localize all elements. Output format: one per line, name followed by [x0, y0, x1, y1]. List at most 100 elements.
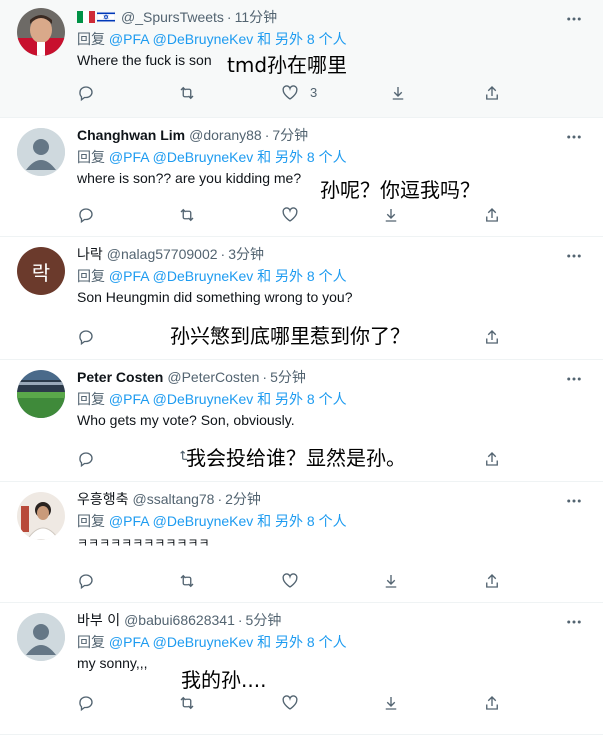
reply-others[interactable]: 和 另外 8 个人	[257, 31, 346, 47]
reply-button[interactable]	[68, 323, 104, 351]
reply-button[interactable]	[68, 689, 104, 717]
reply-mentions[interactable]: @PFA @DeBruyneKev	[109, 268, 253, 284]
reply-context: 回复 @PFA @DeBruyneKev 和 另外 8 个人	[77, 147, 347, 167]
tweet[interactable]: 우흥행축 @ssaltang78 · 2分钟 回复 @PFA @DeBruyne…	[0, 482, 603, 603]
tweet-header: Changhwan Lim @dorany88 · 7分钟	[77, 125, 308, 145]
more-options-icon[interactable]	[565, 128, 583, 146]
tweet-text: Who gets my vote? Son, obviously.	[77, 412, 295, 428]
reply-button[interactable]	[68, 79, 104, 107]
tweet[interactable]: 락 나락 @nalag57709002 · 3分钟 回复 @PFA @DeBru…	[0, 237, 603, 360]
timestamp[interactable]: 2分钟	[225, 489, 261, 509]
tweet-text: my sonny,,,	[77, 655, 148, 671]
share-button[interactable]	[474, 79, 510, 107]
reply-others[interactable]: 和 另外 8 个人	[257, 634, 346, 650]
avatar[interactable]: 락	[17, 247, 65, 295]
tweet-actions	[68, 689, 518, 717]
more-options-icon[interactable]	[565, 492, 583, 510]
retweet-button[interactable]	[169, 201, 205, 229]
reply-icon	[79, 330, 93, 346]
download-button[interactable]	[373, 567, 409, 595]
user-name[interactable]: Changhwan Lim	[77, 127, 185, 143]
share-icon	[486, 696, 498, 710]
reply-mentions[interactable]: @PFA @DeBruyneKev	[109, 634, 253, 650]
timestamp[interactable]: 5分钟	[270, 367, 306, 387]
separator-dot: ·	[237, 612, 243, 628]
tweet[interactable]: @_SpursTweets · 11分钟 回复 @PFA @DeBruyneKe…	[0, 0, 603, 118]
share-button[interactable]	[474, 323, 510, 351]
download-button[interactable]	[373, 201, 409, 229]
retweet-button[interactable]	[169, 79, 205, 107]
reply-button[interactable]	[68, 201, 104, 229]
avatar[interactable]	[17, 492, 65, 540]
more-options-icon[interactable]	[565, 613, 583, 631]
tweet[interactable]: 바부 이 @babui68628341 · 5分钟 回复 @PFA @DeBru…	[0, 603, 603, 735]
download-icon	[385, 575, 397, 588]
reply-others[interactable]: 和 另外 8 个人	[257, 391, 346, 407]
reply-others[interactable]: 和 另外 8 个人	[257, 268, 346, 284]
tweet-header: @_SpursTweets · 11分钟	[77, 7, 277, 27]
reply-icon	[79, 452, 93, 468]
retweet-button[interactable]	[169, 689, 205, 717]
retweet-icon	[180, 696, 194, 710]
reply-mentions[interactable]: @PFA @DeBruyneKev	[109, 513, 253, 529]
reply-mentions[interactable]: @PFA @DeBruyneKev	[109, 31, 253, 47]
separator-dot: ·	[262, 369, 268, 385]
user-handle[interactable]: @babui68628341	[124, 612, 235, 628]
user-handle[interactable]: @dorany88	[189, 127, 262, 143]
reply-button[interactable]	[68, 445, 104, 473]
reply-others[interactable]: 和 另外 8 个人	[257, 149, 346, 165]
avatar[interactable]	[17, 613, 65, 661]
avatar-letter: 락	[31, 260, 51, 285]
tweet[interactable]: Changhwan Lim @dorany88 · 7分钟 回复 @PFA @D…	[0, 118, 603, 237]
retweet-icon[interactable]	[178, 448, 192, 464]
user-name[interactable]: 우흥행축	[77, 489, 129, 509]
download-button[interactable]	[373, 689, 409, 717]
retweet-button[interactable]	[169, 567, 205, 595]
share-button[interactable]	[474, 567, 510, 595]
heart-icon	[282, 573, 298, 588]
timestamp[interactable]: 11分钟	[235, 7, 278, 27]
tweet-header: 바부 이 @babui68628341 · 5分钟	[77, 610, 281, 630]
share-button[interactable]	[474, 445, 510, 473]
share-icon	[486, 330, 498, 344]
reply-mentions[interactable]: @PFA @DeBruyneKev	[109, 391, 253, 407]
user-handle[interactable]: @_SpursTweets	[121, 9, 224, 25]
avatar[interactable]	[17, 128, 65, 176]
tweet[interactable]: Peter Costen @PeterCosten · 5分钟 回复 @PFA …	[0, 360, 603, 482]
reply-context: 回复 @PFA @DeBruyneKev 和 另外 8 个人	[77, 511, 347, 531]
share-button[interactable]	[474, 689, 510, 717]
reply-others[interactable]: 和 另外 8 个人	[257, 513, 346, 529]
reply-mentions[interactable]: @PFA @DeBruyneKev	[109, 149, 253, 165]
share-button[interactable]	[474, 201, 510, 229]
like-button[interactable]	[272, 79, 308, 107]
share-icon	[486, 452, 498, 466]
user-handle[interactable]: @nalag57709002	[107, 246, 218, 262]
tweet-header: Peter Costen @PeterCosten · 5分钟	[77, 367, 306, 387]
tweet-actions: 3	[68, 79, 518, 107]
like-button[interactable]	[272, 201, 308, 229]
download-icon	[385, 697, 397, 710]
reply-context: 回复 @PFA @DeBruyneKev 和 另外 8 个人	[77, 632, 347, 652]
more-options-icon[interactable]	[565, 247, 583, 265]
reply-prefix: 回复	[77, 513, 105, 529]
avatar[interactable]	[17, 8, 65, 56]
user-name[interactable]: 바부 이	[77, 610, 120, 630]
user-handle[interactable]: @ssaltang78	[133, 491, 215, 507]
timestamp[interactable]: 5分钟	[246, 610, 282, 630]
like-button[interactable]	[272, 567, 308, 595]
user-name[interactable]: 나락	[77, 244, 103, 264]
download-button[interactable]	[380, 79, 416, 107]
reply-context: 回复 @PFA @DeBruyneKev 和 另外 8 个人	[77, 389, 347, 409]
reply-button[interactable]	[68, 567, 104, 595]
timestamp[interactable]: 3分钟	[228, 244, 264, 264]
avatar[interactable]	[17, 370, 65, 418]
reply-icon	[79, 86, 93, 102]
timestamp[interactable]: 7分钟	[272, 125, 308, 145]
translation-caption: 孙呢？你逗我吗？	[320, 178, 480, 202]
user-name[interactable]: Peter Costen	[77, 369, 163, 385]
reply-icon	[79, 208, 93, 224]
more-options-icon[interactable]	[565, 10, 583, 28]
more-options-icon[interactable]	[565, 370, 583, 388]
like-button[interactable]	[272, 689, 308, 717]
user-handle[interactable]: @PeterCosten	[167, 369, 259, 385]
